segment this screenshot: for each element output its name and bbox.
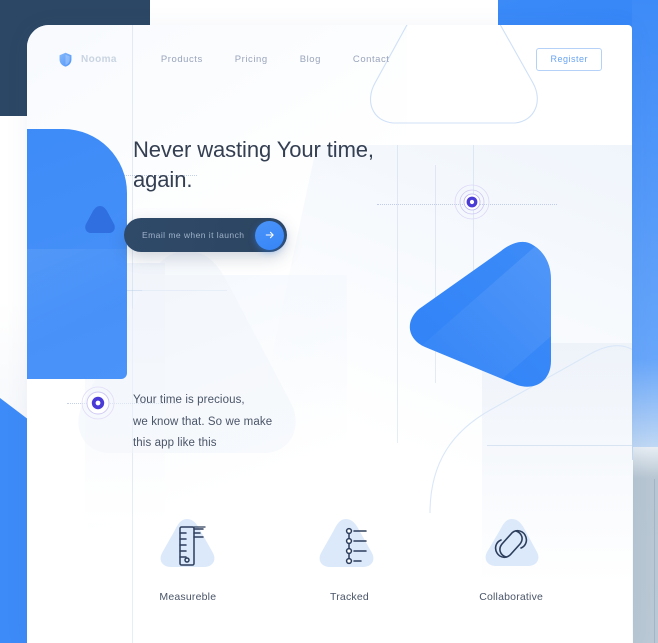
landing-page-screenshot: Nooma Products Pricing Blog Contact Regi… <box>0 0 658 643</box>
feature-artwork <box>480 515 542 573</box>
feature-collaborative[interactable]: Collaborative <box>451 515 571 603</box>
main-navbar: Nooma Products Pricing Blog Contact Regi… <box>27 41 632 77</box>
feature-artwork <box>318 515 380 573</box>
brand-name: Nooma <box>81 53 117 65</box>
blue-left-band <box>0 398 29 643</box>
link-chain-icon <box>494 529 528 559</box>
hero-section: Never wasting Your time, again. <box>133 135 423 196</box>
feature-artwork <box>157 515 219 573</box>
precious-section: Your time is precious, we know that. So … <box>133 390 333 455</box>
shield-logo-icon <box>59 52 72 67</box>
feature-measureble[interactable]: Measureble <box>128 515 248 603</box>
feature-label: Tracked <box>330 591 369 603</box>
nav-link-contact[interactable]: Contact <box>353 54 390 65</box>
nav-link-products[interactable]: Products <box>161 54 203 65</box>
nav-link-pricing[interactable]: Pricing <box>235 54 268 65</box>
email-input[interactable] <box>124 230 255 240</box>
page-card: Nooma Products Pricing Blog Contact Regi… <box>27 25 632 643</box>
feature-tracked[interactable]: Tracked <box>289 515 409 603</box>
blue-triangle-graphic <box>409 241 551 387</box>
small-dark-triangle-decor <box>85 206 115 233</box>
feature-label: Collaborative <box>479 591 544 603</box>
nav-link-blog[interactable]: Blog <box>300 54 321 65</box>
grey-right-strip <box>633 447 658 643</box>
feature-label: Measureble <box>159 591 217 603</box>
nav-links: Products Pricing Blog Contact <box>161 54 390 65</box>
precious-marker-icon <box>81 386 115 420</box>
blue-leaf-shape <box>27 129 127 379</box>
register-button[interactable]: Register <box>536 47 602 71</box>
arrow-right-icon <box>265 231 274 239</box>
precious-text: Your time is precious, we know that. So … <box>133 394 273 450</box>
checklist-icon <box>346 527 368 565</box>
features-row: Measureble Tracked Collaborative <box>107 515 592 603</box>
blue-right-band <box>632 0 658 460</box>
page-title: Never wasting Your time, again. <box>133 137 374 193</box>
submit-button[interactable] <box>255 220 284 250</box>
email-signup-form <box>124 218 287 252</box>
ruler-icon <box>179 526 206 566</box>
target-ring-icon <box>454 184 490 220</box>
brand-logo[interactable]: Nooma <box>57 51 117 68</box>
